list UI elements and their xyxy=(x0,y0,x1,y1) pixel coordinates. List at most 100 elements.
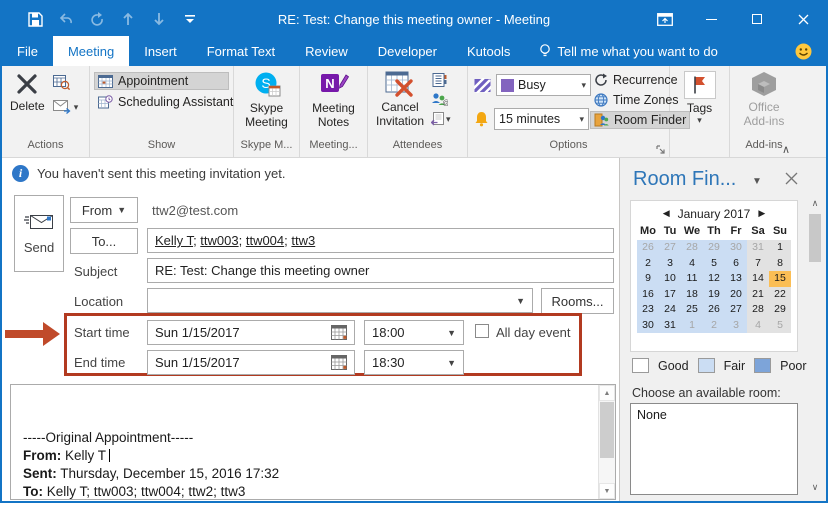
calendar-day[interactable]: 24 xyxy=(659,302,681,318)
calendar-day[interactable]: 19 xyxy=(703,287,725,303)
recipient[interactable]: ttw004 xyxy=(246,233,284,248)
calendar-day[interactable]: 29 xyxy=(769,302,791,318)
calendar-day[interactable]: 2 xyxy=(703,318,725,334)
skype-meeting-button[interactable]: S SkypeMeeting xyxy=(238,69,295,131)
delete-button[interactable]: Delete xyxy=(6,69,49,139)
tab-insert[interactable]: Insert xyxy=(129,36,192,66)
close-icon[interactable] xyxy=(780,2,826,36)
calendar-day[interactable]: 26 xyxy=(703,302,725,318)
tab-file[interactable]: File xyxy=(2,36,53,66)
to-button[interactable]: To... xyxy=(70,228,138,254)
location-combo[interactable]: ▼ xyxy=(147,288,533,313)
forward-button[interactable]: ▾ xyxy=(53,100,79,114)
dialog-launcher-icon[interactable] xyxy=(656,145,665,154)
room-list-item[interactable]: None xyxy=(637,408,791,422)
body-scrollbar[interactable]: ▲ ▼ xyxy=(598,385,615,499)
calendar-day[interactable]: 27 xyxy=(659,240,681,256)
tell-me-box[interactable]: Tell me what you want to do xyxy=(529,36,727,66)
calendar-day[interactable]: 5 xyxy=(769,318,791,334)
send-button[interactable]: Send xyxy=(14,195,64,272)
calendar-day[interactable]: 18 xyxy=(681,287,703,303)
show-as-select[interactable]: Busy ▾ xyxy=(496,74,591,96)
start-date-field[interactable]: Sun 1/15/2017 xyxy=(147,320,355,345)
message-body[interactable]: -----Original Appointment-----From: Kell… xyxy=(10,384,616,500)
scroll-down-icon[interactable]: ∨ xyxy=(807,482,823,493)
recipient[interactable]: ttw003 xyxy=(200,233,238,248)
calendar-day[interactable]: 3 xyxy=(725,318,747,334)
smiley-feedback-icon[interactable] xyxy=(795,43,812,60)
from-button[interactable]: From▼ xyxy=(70,197,138,223)
tags-button[interactable]: Tags ▾ xyxy=(674,69,725,128)
calendar-day[interactable]: 30 xyxy=(637,318,659,334)
recipient[interactable]: ttw3 xyxy=(291,233,315,248)
start-time-combo[interactable]: 18:00 ▼ xyxy=(364,320,464,345)
subject-field[interactable]: RE: Test: Change this meeting owner xyxy=(147,258,614,283)
end-date-field[interactable]: Sun 1/15/2017 xyxy=(147,350,355,375)
calendar-day[interactable]: 6 xyxy=(725,256,747,272)
check-names-icon[interactable]: @ xyxy=(431,92,451,107)
calendar-day[interactable]: 31 xyxy=(747,240,769,256)
calendar-day[interactable]: 7 xyxy=(747,256,769,272)
office-addins-button[interactable]: OfficeAdd-ins xyxy=(734,69,794,130)
collapse-ribbon-chevron-icon[interactable]: ∧ xyxy=(782,143,790,156)
date-picker-icon[interactable] xyxy=(331,355,347,370)
maximize-icon[interactable] xyxy=(734,2,780,36)
calendar-day[interactable]: 28 xyxy=(681,240,703,256)
calendar-day[interactable]: 26 xyxy=(637,240,659,256)
calendar-day[interactable]: 22 xyxy=(769,287,791,303)
all-day-checkbox[interactable] xyxy=(475,324,489,338)
appointment-button[interactable]: Appointment xyxy=(94,72,229,90)
calendar-day[interactable]: 27 xyxy=(725,302,747,318)
scroll-down-icon[interactable]: ▼ xyxy=(599,483,615,499)
scrollbar-thumb[interactable] xyxy=(809,214,821,262)
calendar-day[interactable]: 13 xyxy=(725,271,747,287)
date-picker-icon[interactable] xyxy=(331,325,347,340)
pane-scrollbar[interactable]: ∧ ∨ xyxy=(807,198,823,493)
calendar-day[interactable]: 21 xyxy=(747,287,769,303)
calendar-day[interactable]: 2 xyxy=(637,256,659,272)
tab-developer[interactable]: Developer xyxy=(363,36,452,66)
calendar-day[interactable]: 4 xyxy=(747,318,769,334)
reminder-select[interactable]: 15 minutes ▾ xyxy=(494,108,589,130)
calendar-day[interactable]: 4 xyxy=(681,256,703,272)
calendar-day[interactable]: 28 xyxy=(747,302,769,318)
chevron-down-icon[interactable]: ▼ xyxy=(752,176,762,187)
address-book-icon[interactable] xyxy=(431,73,451,87)
tab-review[interactable]: Review xyxy=(290,36,363,66)
calendar-next-icon[interactable]: ▶ xyxy=(758,208,765,219)
calendar-day[interactable]: 30 xyxy=(725,240,747,256)
scrollbar-thumb[interactable] xyxy=(600,402,614,458)
calendar-day[interactable]: 1 xyxy=(681,318,703,334)
calendar-day[interactable]: 20 xyxy=(725,287,747,303)
ribbon-display-options-icon[interactable] xyxy=(642,2,688,36)
scroll-up-icon[interactable]: ∧ xyxy=(807,198,823,209)
calendar-day[interactable]: 12 xyxy=(703,271,725,287)
recipient[interactable]: Kelly T xyxy=(155,233,193,248)
scheduling-assistant-button[interactable]: Scheduling Assistant xyxy=(94,93,229,111)
tab-format-text[interactable]: Format Text xyxy=(192,36,290,66)
response-options-button[interactable]: ▾ xyxy=(431,112,451,126)
tab-kutools[interactable]: Kutools xyxy=(452,36,525,66)
calendar-day[interactable]: 23 xyxy=(637,302,659,318)
calendar-day[interactable]: 16 xyxy=(637,287,659,303)
end-time-combo[interactable]: 18:30 ▼ xyxy=(364,350,464,375)
available-rooms-list[interactable]: None xyxy=(630,403,798,495)
calendar-day[interactable]: 17 xyxy=(659,287,681,303)
calendar-day[interactable]: 5 xyxy=(703,256,725,272)
calendar-day[interactable]: 9 xyxy=(637,271,659,287)
calendar-day[interactable]: 14 xyxy=(747,271,769,287)
calendar-day[interactable]: 25 xyxy=(681,302,703,318)
calendar-day[interactable]: 1 xyxy=(769,240,791,256)
cancel-invitation-button[interactable]: CancelInvitation xyxy=(372,69,428,139)
meeting-notes-button[interactable]: N MeetingNotes xyxy=(304,69,363,131)
calendar-prev-icon[interactable]: ◀ xyxy=(663,208,670,219)
calendar-day[interactable]: 11 xyxy=(681,271,703,287)
scroll-up-icon[interactable]: ▲ xyxy=(599,385,615,401)
calendar-day[interactable]: 3 xyxy=(659,256,681,272)
rooms-button[interactable]: Rooms... xyxy=(541,288,614,314)
calendar-day[interactable]: 31 xyxy=(659,318,681,334)
copy-to-calendar-icon[interactable] xyxy=(53,75,79,90)
minimize-icon[interactable] xyxy=(688,2,734,36)
close-pane-icon[interactable] xyxy=(785,172,798,185)
calendar-day[interactable]: 29 xyxy=(703,240,725,256)
